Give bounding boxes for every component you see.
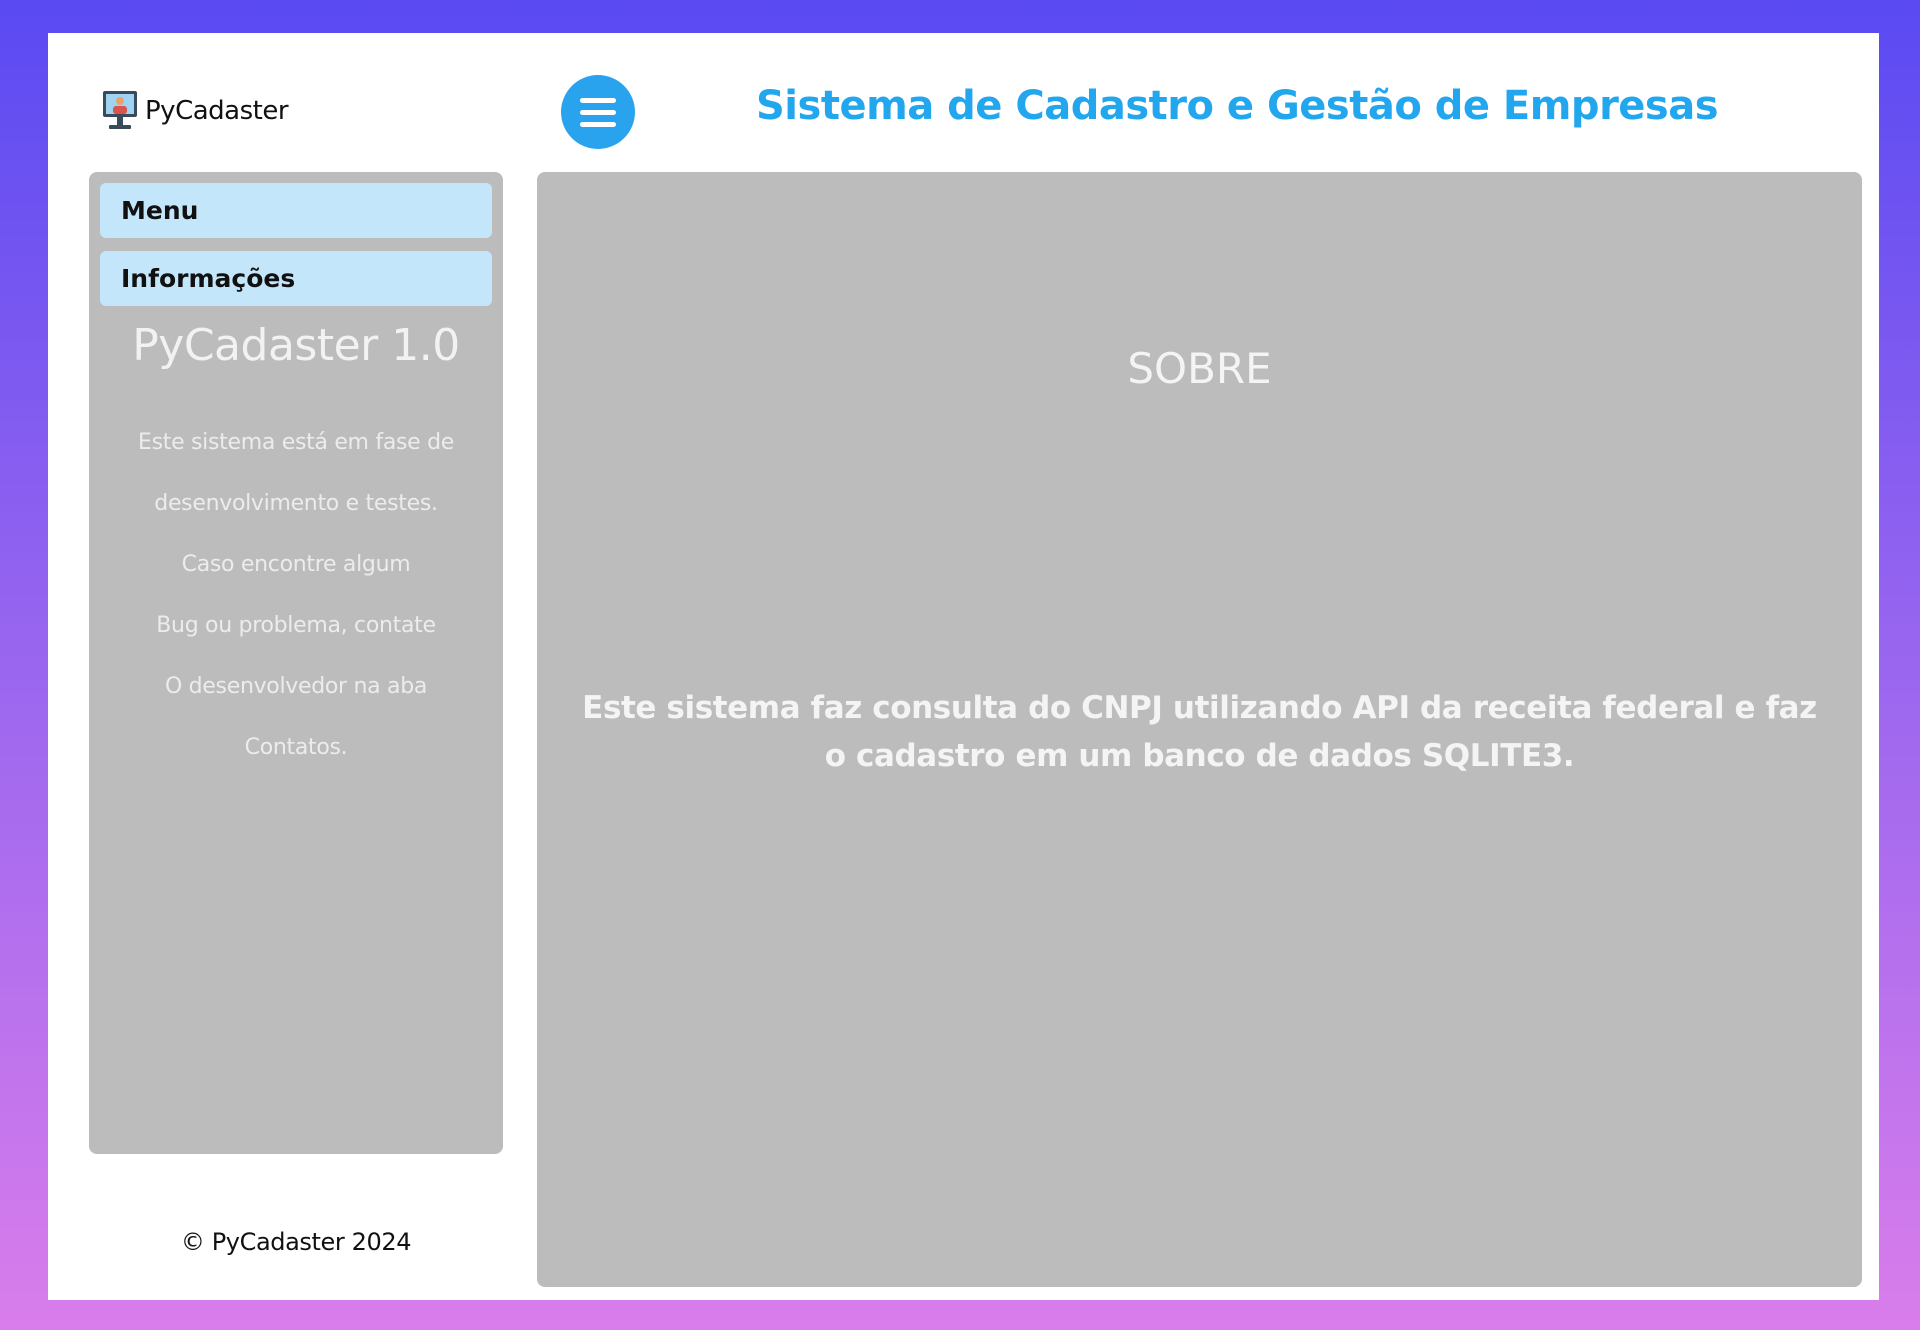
page-title: Sistema de Cadastro e Gestão de Empresas (756, 83, 1719, 129)
monitor-user-icon (103, 91, 137, 129)
sidebar: Menu Informações PyCadaster 1.0 Este sis… (89, 172, 503, 1154)
notice-line: desenvolvimento e testes. (154, 491, 438, 516)
content-heading: SOBRE (1127, 344, 1272, 393)
notice-line: Caso encontre algum (181, 552, 411, 577)
version-title: PyCadaster 1.0 (132, 320, 460, 371)
app-name: PyCadaster (145, 96, 289, 126)
notice-line: Este sistema está em fase de (138, 430, 454, 455)
app-window: PyCadaster Sistema de Cadastro e Gestão … (48, 33, 1879, 1300)
notice-line: Contatos. (244, 735, 348, 760)
menu-toggle-button[interactable] (561, 75, 635, 149)
content-description: Este sistema faz consulta do CNPJ utiliz… (582, 690, 1817, 774)
sidebar-tab-menu[interactable]: Menu (100, 183, 492, 238)
notice-line: O desenvolvedor na aba (164, 674, 428, 699)
development-notice: Este sistema está em fase de desenvolvim… (89, 412, 503, 778)
notice-line: Bug ou problema, contate (156, 613, 436, 638)
sidebar-tab-informacoes[interactable]: Informações (100, 251, 492, 306)
app-brand: PyCadaster (101, 89, 289, 133)
content-panel: SOBRE Este sistema faz consulta do CNPJ … (537, 172, 1862, 1287)
footer-copyright: © PyCadaster 2024 (180, 1228, 412, 1256)
